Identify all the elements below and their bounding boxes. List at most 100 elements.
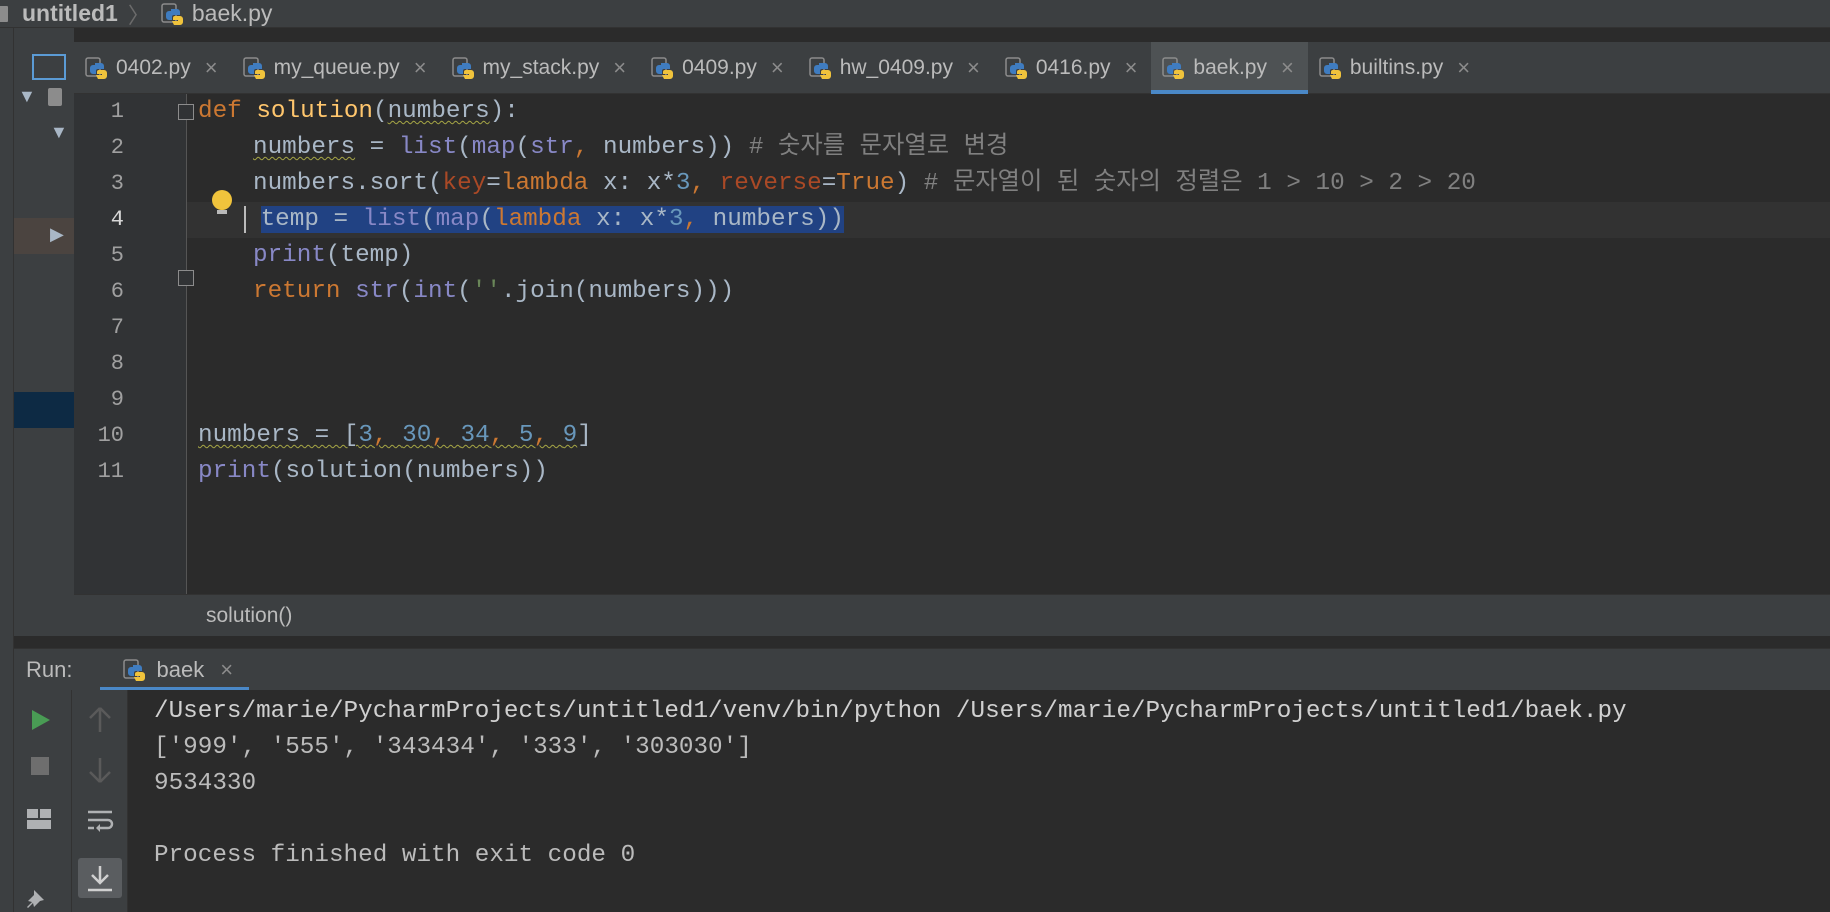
operator: = xyxy=(486,170,501,197)
line-number: 8 xyxy=(110,351,124,376)
line-number: 11 xyxy=(97,459,124,484)
punctuation: ) xyxy=(894,170,910,197)
project-tree-highlighted-row[interactable] xyxy=(14,392,74,428)
tab-hw-0409[interactable]: hw_0409.py × xyxy=(798,42,994,93)
scroll-to-end-button[interactable] xyxy=(78,858,122,898)
close-icon[interactable]: × xyxy=(414,55,427,81)
argument: numbers xyxy=(603,134,706,161)
parameter: numbers xyxy=(387,98,490,125)
line-number: 9 xyxy=(110,387,124,412)
console-line: /Users/marie/PycharmProjects/untitled1/v… xyxy=(154,698,1627,725)
close-icon[interactable]: × xyxy=(771,55,784,81)
code-line-11[interactable]: print(solution(numbers)) xyxy=(198,454,548,490)
line-number: 2 xyxy=(110,135,124,160)
python-file-icon xyxy=(650,55,676,81)
tab-label: my_queue.py xyxy=(273,55,400,79)
python-file-icon xyxy=(122,657,148,683)
scroll-up-icon[interactable] xyxy=(88,706,112,734)
number: 3 xyxy=(675,170,691,197)
string-literal: '' xyxy=(471,278,501,305)
function-name: solution xyxy=(256,98,373,125)
operator: = xyxy=(821,170,837,197)
comment: # 문자열이 된 숫자의 정렬은 1 > 10 > 2 > 20 xyxy=(909,170,1476,197)
tab-label: builtins.py xyxy=(1349,55,1444,79)
navigation-bar: untitled1 〉 baek.py xyxy=(0,0,1830,28)
project-tree-selected-row[interactable] xyxy=(14,218,74,254)
python-file-icon xyxy=(242,55,268,81)
close-icon[interactable]: × xyxy=(1125,55,1138,81)
tab-builtins[interactable]: builtins.py × xyxy=(1308,42,1484,93)
code-text: (solution(numbers)) xyxy=(270,458,548,485)
keyword-lambda: lambda xyxy=(493,206,582,233)
code-text: numbers = [ xyxy=(198,422,359,449)
punctuation: ( xyxy=(457,278,472,305)
code-line-1[interactable]: def solution(numbers): xyxy=(198,94,519,130)
tab-0409[interactable]: 0409.py × xyxy=(640,42,798,93)
keyword-arg: reverse xyxy=(719,170,822,197)
code-line-5[interactable]: print(temp) xyxy=(198,238,413,274)
project-structure-icon[interactable] xyxy=(32,54,66,80)
builtin-print: print xyxy=(253,242,326,269)
tab-my-stack[interactable]: my_stack.py × xyxy=(441,42,641,93)
code-line-4[interactable]: temp = list(map(lambda x: x*3, numbers)) xyxy=(198,202,844,238)
code-line-3[interactable]: numbers.sort(key=lambda x: x*3, reverse=… xyxy=(198,166,1476,202)
comma: , xyxy=(683,206,713,233)
builtin-list: list xyxy=(398,134,458,161)
keyword-return: return xyxy=(253,278,341,305)
tab-0416[interactable]: 0416.py × xyxy=(994,42,1152,93)
code-line-2[interactable]: numbers = list(map(str, numbers)) # 숫자를 … xyxy=(198,130,1008,166)
close-icon[interactable]: × xyxy=(967,55,980,81)
collapse-arrow-icon[interactable]: ▶ xyxy=(50,224,64,245)
scroll-down-icon[interactable] xyxy=(88,756,112,784)
run-console-output[interactable]: /Users/marie/PycharmProjects/untitled1/v… xyxy=(128,690,1830,912)
fold-icon[interactable] xyxy=(178,270,194,286)
folder-icon xyxy=(0,5,8,22)
expand-arrow-icon[interactable]: ▼ xyxy=(50,122,68,143)
tab-baek[interactable]: baek.py × xyxy=(1151,42,1309,94)
breadcrumb-function[interactable]: solution() xyxy=(206,604,292,627)
scroll-to-end-icon xyxy=(88,866,112,892)
number: 3 xyxy=(358,422,373,449)
line-number: 6 xyxy=(110,279,124,304)
pin-icon[interactable] xyxy=(26,888,52,912)
close-icon[interactable]: × xyxy=(205,55,218,81)
line-number: 7 xyxy=(110,315,124,340)
console-line: 9534330 xyxy=(154,770,257,797)
rerun-icon[interactable] xyxy=(30,708,52,732)
layout-icon[interactable] xyxy=(26,808,52,830)
tab-label: 0409.py xyxy=(682,55,757,79)
code-text: .join(numbers))) xyxy=(500,278,735,305)
stop-icon[interactable] xyxy=(30,756,50,776)
keyword-arg: key xyxy=(442,170,487,197)
operator: = xyxy=(355,134,399,161)
number: 34 xyxy=(460,422,490,449)
code-text: numbers.sort( xyxy=(253,170,443,197)
run-tab-baek[interactable]: baek × xyxy=(100,649,249,691)
code-editor[interactable]: 1 2 3 4 5 6 7 8 9 10 11 def solution(num… xyxy=(74,94,1830,594)
selected-text[interactable]: temp = list(map(lambda x: x*3, numbers)) xyxy=(260,206,844,233)
close-icon[interactable]: × xyxy=(613,55,626,81)
run-tab-label: baek xyxy=(156,656,205,682)
breadcrumb-project[interactable]: untitled1 xyxy=(22,0,118,27)
run-toolbar-secondary xyxy=(72,690,128,912)
close-icon[interactable]: × xyxy=(1457,55,1470,81)
close-icon[interactable]: × xyxy=(1281,55,1294,81)
tab-label: 0416.py xyxy=(1035,55,1111,79)
close-icon[interactable]: × xyxy=(220,657,233,683)
editor-tab-bar: 0402.py × my_queue.py × my_stack.py × 04… xyxy=(32,42,1830,94)
fold-icon[interactable] xyxy=(178,104,194,120)
code-line-10[interactable]: numbers = [3, 30, 34, 5, 9] xyxy=(198,418,592,454)
breadcrumb-file[interactable]: baek.py xyxy=(192,0,273,27)
soft-wrap-icon[interactable] xyxy=(86,808,114,836)
punctuation: ( xyxy=(515,134,531,161)
expand-arrow-icon[interactable]: ▼ xyxy=(18,86,36,107)
tab-label: 0402.py xyxy=(116,55,191,79)
builtin-print: print xyxy=(198,458,271,485)
punctuation: ( xyxy=(373,98,388,125)
code-line-6[interactable]: return str(int(''.join(numbers))) xyxy=(198,274,734,310)
tab-0402[interactable]: 0402.py × xyxy=(74,42,232,93)
editor-breadcrumb[interactable]: solution() xyxy=(74,594,1830,636)
comma: , xyxy=(690,170,720,197)
tab-my-queue[interactable]: my_queue.py × xyxy=(232,42,441,93)
